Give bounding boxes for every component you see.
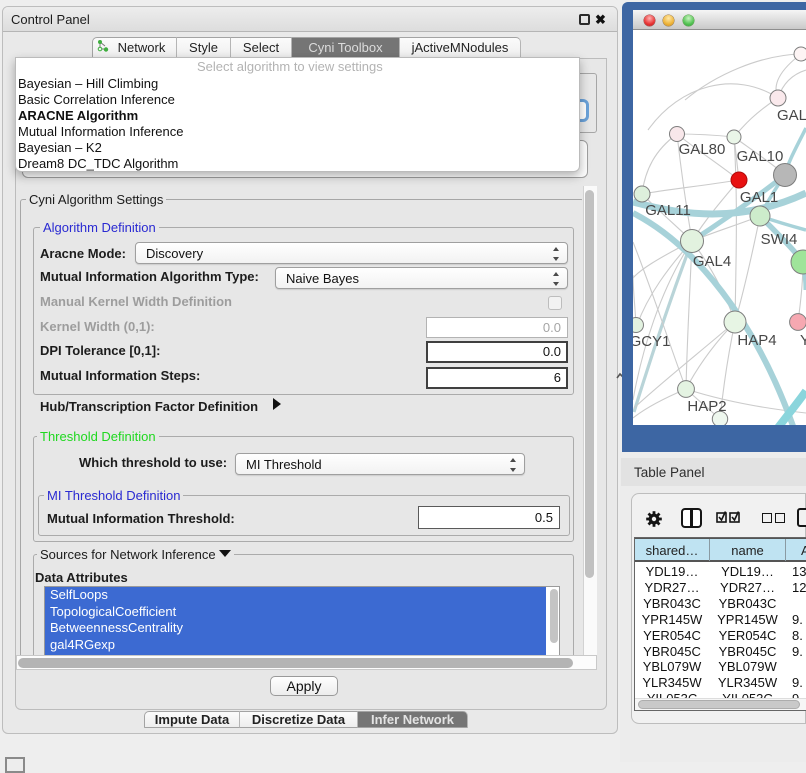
svg-text:GAL11: GAL11 [645,202,691,219]
svg-text:Y: Y [800,332,806,349]
svg-text:GAL80: GAL80 [679,141,726,158]
svg-text:GAL2: GAL2 [777,107,806,124]
svg-text:GAL4: GAL4 [693,253,731,270]
svg-text:HAP2: HAP2 [687,398,726,415]
svg-text:GCY1: GCY1 [633,333,670,350]
svg-text:HAP4: HAP4 [737,332,776,349]
svg-text:SWI4: SWI4 [761,231,798,248]
svg-text:GAL1: GAL1 [740,189,778,206]
svg-text:GAL10: GAL10 [737,148,784,165]
